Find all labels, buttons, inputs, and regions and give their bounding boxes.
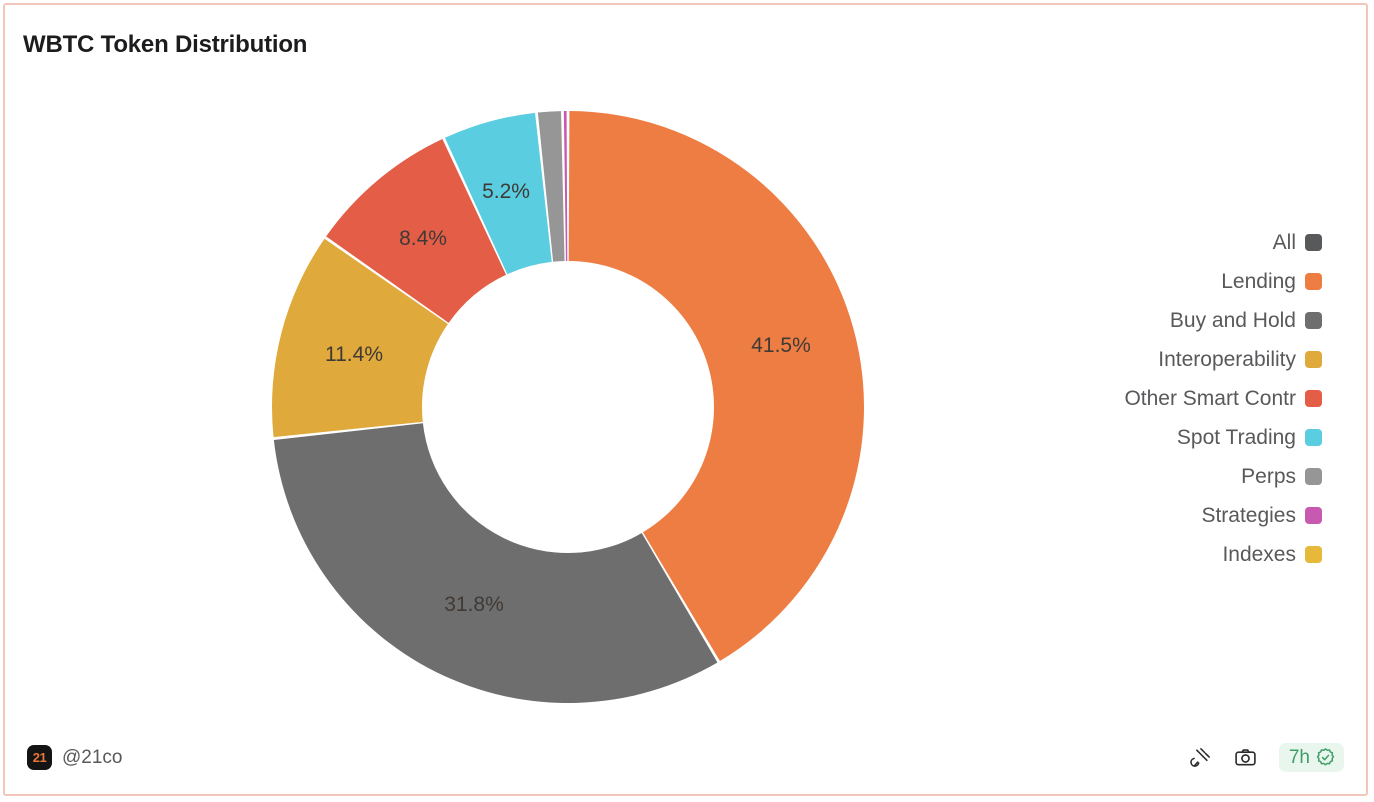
legend-color-swatch bbox=[1305, 312, 1322, 329]
legend-item[interactable]: All bbox=[1273, 223, 1322, 262]
legend-item-label: Spot Trading bbox=[1176, 426, 1296, 449]
donut-slice[interactable] bbox=[563, 111, 568, 262]
footer-actions: 7h bbox=[1187, 743, 1344, 772]
legend-color-swatch bbox=[1305, 507, 1322, 524]
legend-color-swatch bbox=[1305, 390, 1322, 407]
chart-legend: All Lending Buy and Hold Interoperability Ot… bbox=[1022, 223, 1322, 574]
legend-item[interactable]: Lending bbox=[1221, 262, 1322, 301]
donut-slice-label: 41.5% bbox=[751, 334, 811, 357]
legend-color-swatch bbox=[1305, 273, 1322, 290]
donut-slice-label: 8.4% bbox=[399, 227, 447, 250]
legend-color-swatch bbox=[1305, 546, 1322, 563]
legend-item-label: Perps bbox=[1241, 465, 1296, 488]
legend-color-swatch bbox=[1305, 351, 1322, 368]
legend-item[interactable]: Other Smart Contr bbox=[1124, 379, 1322, 418]
brand-logo-icon: 21 bbox=[27, 745, 52, 770]
legend-item[interactable]: Spot Trading bbox=[1177, 418, 1322, 457]
legend-item[interactable]: Buy and Hold bbox=[1170, 301, 1322, 340]
freshness-label: 7h bbox=[1288, 747, 1310, 768]
plug-icon[interactable] bbox=[1187, 745, 1213, 771]
legend-item-label: Other Smart Contr bbox=[1124, 387, 1296, 410]
legend-item-label: Buy and Hold bbox=[1169, 309, 1296, 332]
legend-color-swatch bbox=[1305, 429, 1322, 446]
legend-item-label: Indexes bbox=[1222, 543, 1296, 566]
legend-item[interactable]: Perps bbox=[1241, 457, 1322, 496]
verified-check-icon bbox=[1315, 747, 1336, 768]
camera-icon[interactable] bbox=[1233, 745, 1259, 771]
donut-slices-group bbox=[271, 111, 865, 703]
legend-item[interactable]: Strategies bbox=[1201, 496, 1322, 535]
freshness-badge[interactable]: 7h bbox=[1278, 743, 1344, 772]
legend-item[interactable]: Interoperability bbox=[1158, 340, 1322, 379]
donut-slice-label: 5.2% bbox=[482, 180, 530, 203]
donut-slice[interactable] bbox=[273, 423, 718, 703]
brand-handle[interactable]: @21co bbox=[62, 747, 123, 769]
donut-slice-label: 11.4% bbox=[325, 343, 383, 366]
legend-item-label: Lending bbox=[1221, 270, 1296, 293]
legend-item-label: Strategies bbox=[1201, 504, 1296, 527]
legend-item[interactable]: Indexes bbox=[1222, 535, 1322, 574]
legend-item-label: All bbox=[1272, 231, 1296, 254]
legend-item-label: Interoperability bbox=[1158, 348, 1296, 371]
legend-color-swatch bbox=[1305, 234, 1322, 251]
legend-color-swatch bbox=[1305, 468, 1322, 485]
donut-slice-label: 31.8% bbox=[444, 593, 504, 616]
chart-card: WBTC Token Distribution 41.5% 31.8% 11.4% 8… bbox=[3, 3, 1368, 796]
footer-branding: 21 @21co bbox=[27, 745, 123, 770]
